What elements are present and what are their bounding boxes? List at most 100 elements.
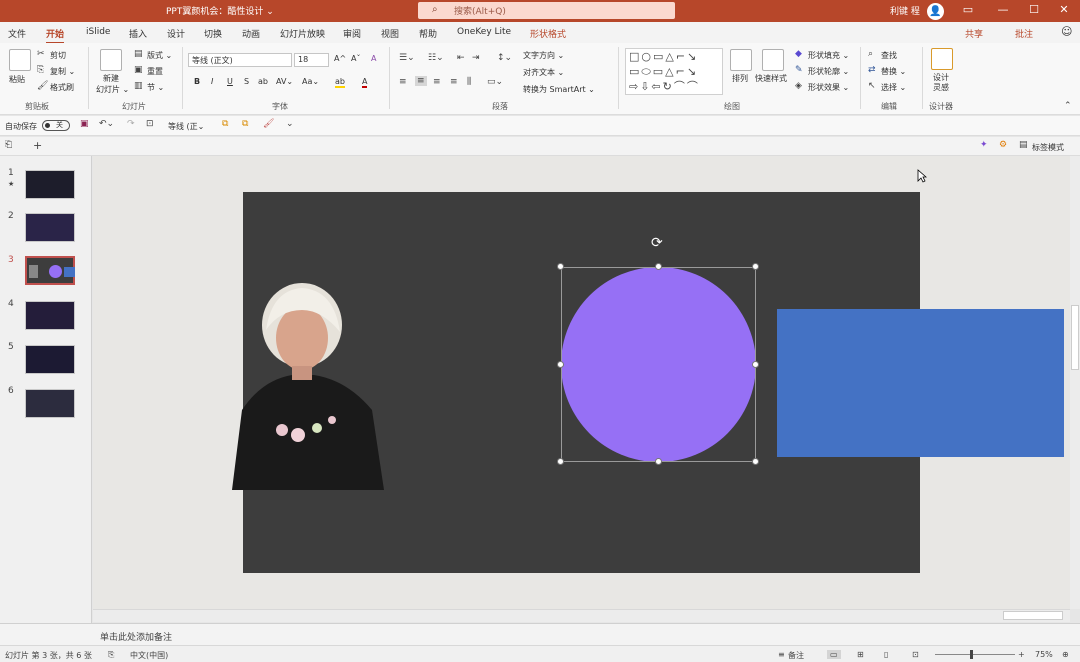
present-icon[interactable]: ⊡ xyxy=(146,119,154,129)
underline-button[interactable]: U xyxy=(227,77,233,86)
resize-handle[interactable] xyxy=(655,458,662,465)
maximize-button[interactable]: ☐ xyxy=(1024,3,1044,16)
autosave-toggle[interactable]: 关 xyxy=(42,120,70,131)
slide-thumbnail-3[interactable] xyxy=(25,256,75,285)
replace-button[interactable]: 替换 ⌄ xyxy=(881,66,906,77)
grow-font-button[interactable]: A^ xyxy=(334,54,346,63)
collapse-ribbon-icon[interactable]: ⌃ xyxy=(1064,101,1072,111)
design-ideas-button-line2[interactable]: 灵感 xyxy=(933,82,949,93)
align-left-icon[interactable]: ≡ xyxy=(399,77,407,87)
accessibility-icon[interactable]: ⎘ xyxy=(108,650,114,660)
brush-icon[interactable]: 🖌 xyxy=(263,119,274,129)
tab-file[interactable]: 文件 xyxy=(8,27,26,40)
horizontal-scroll-thumb[interactable] xyxy=(1003,611,1063,620)
outline-view-icon[interactable]: ⎗ xyxy=(5,140,12,150)
group-icon[interactable]: ⧉ xyxy=(242,119,248,129)
shape-fill-button[interactable]: 形状填充 ⌄ xyxy=(808,50,849,61)
ribbon-display-icon[interactable]: ▭ xyxy=(958,3,978,16)
customize-qat-icon[interactable]: ⌄ xyxy=(286,119,294,129)
zoom-slider[interactable] xyxy=(935,654,1015,655)
align-center-icon[interactable]: ≡ xyxy=(415,76,427,86)
save-icon[interactable]: ▣ xyxy=(80,119,89,129)
bullets-icon[interactable]: ☰⌄ xyxy=(399,53,415,63)
select-icon[interactable]: ↖ xyxy=(868,81,876,91)
tab-help[interactable]: 帮助 xyxy=(419,27,437,40)
redo-icon[interactable]: ↷ xyxy=(127,119,135,129)
line-spacing-icon[interactable]: ↕⌄ xyxy=(497,53,512,63)
text-shadow-button[interactable]: ab xyxy=(258,77,268,86)
tab-review[interactable]: 审阅 xyxy=(343,27,361,40)
magic-icon[interactable]: ✦ xyxy=(980,140,988,150)
clear-format-button[interactable]: A xyxy=(371,54,376,63)
slideshow-icon[interactable]: ⊡ xyxy=(912,650,919,659)
justify-icon[interactable]: ≡ xyxy=(450,77,458,87)
blue-rectangle-shape[interactable] xyxy=(777,309,1064,457)
reading-view-icon[interactable]: ▯ xyxy=(884,650,888,659)
undo-icon[interactable]: ↶⌄ xyxy=(99,119,114,129)
tab-islide[interactable]: iSlide xyxy=(86,27,110,37)
font-name-select[interactable]: 等线 (正文) xyxy=(188,53,292,67)
new-slide-icon[interactable] xyxy=(100,49,122,71)
find-button[interactable]: 查找 xyxy=(881,50,897,61)
align-text-button[interactable]: 对齐文本 ⌄ xyxy=(523,67,564,78)
numbering-icon[interactable]: ☷⌄ xyxy=(428,53,444,63)
section-button[interactable]: 节 ⌄ xyxy=(147,82,164,93)
slide-sorter-icon[interactable]: ⊞ xyxy=(857,650,864,659)
tab-transitions[interactable]: 切换 xyxy=(204,27,222,40)
format-painter-icon[interactable]: 🖌 xyxy=(37,81,48,91)
tab-home[interactable]: 开始 xyxy=(46,27,65,44)
arrange-icon[interactable] xyxy=(730,49,752,71)
tab-insert[interactable]: 插入 xyxy=(129,27,147,40)
resize-handle[interactable] xyxy=(752,458,759,465)
arrange-button[interactable]: 排列 xyxy=(732,73,748,84)
change-case-button[interactable]: Aa⌄ xyxy=(302,77,319,86)
notes-button[interactable]: 备注 xyxy=(788,650,804,661)
zoom-slider-thumb[interactable] xyxy=(970,650,973,659)
section-icon[interactable]: ▥ xyxy=(134,81,143,91)
select-button[interactable]: 选择 ⌄ xyxy=(881,82,906,93)
tab-mode-label[interactable]: 标签模式 xyxy=(1032,142,1064,153)
italic-button[interactable]: I xyxy=(211,77,213,86)
minimize-button[interactable]: — xyxy=(993,3,1013,16)
shape-effects-button[interactable]: 形状效果 ⌄ xyxy=(808,82,849,93)
quick-styles-icon[interactable] xyxy=(762,49,784,71)
person-photo[interactable] xyxy=(222,280,384,490)
close-button[interactable]: ✕ xyxy=(1054,3,1074,16)
resize-handle[interactable] xyxy=(655,263,662,270)
tab-mode-icon[interactable]: ▤ xyxy=(1019,140,1028,150)
tab-slideshow[interactable]: 幻灯片放映 xyxy=(280,27,325,40)
reset-button[interactable]: 重置 xyxy=(147,66,163,77)
slide-thumbnail-1[interactable] xyxy=(25,170,75,199)
font-color-button[interactable]: A xyxy=(362,77,368,88)
fit-to-window-icon[interactable]: ⊕ xyxy=(1062,650,1069,659)
paste-icon[interactable] xyxy=(9,49,31,71)
text-box-icon[interactable]: ▭⌄ xyxy=(487,77,503,87)
font-size-select[interactable]: 18 xyxy=(294,53,329,67)
resize-handle[interactable] xyxy=(557,361,564,368)
slide-thumbnail-5[interactable] xyxy=(25,345,75,374)
resize-handle[interactable] xyxy=(557,263,564,270)
add-slide-icon[interactable]: + xyxy=(33,139,42,152)
indent-increase-icon[interactable]: ⇥ xyxy=(472,53,480,63)
tab-shape-format[interactable]: 形状格式 xyxy=(530,27,566,40)
reset-icon[interactable]: ▣ xyxy=(134,65,143,75)
resize-handle[interactable] xyxy=(557,458,564,465)
shape-outline-button[interactable]: 形状轮廓 ⌄ xyxy=(808,66,849,77)
quick-styles-button[interactable]: 快速样式 xyxy=(755,73,787,84)
designer-icon[interactable] xyxy=(931,48,953,70)
tab-onekey[interactable]: OneKey Lite xyxy=(457,27,511,37)
user-name[interactable]: 利键 程 xyxy=(890,4,920,17)
tab-view[interactable]: 视图 xyxy=(381,27,399,40)
zoom-in-button[interactable]: + xyxy=(1018,650,1025,659)
cut-button[interactable]: 剪切 xyxy=(50,50,66,61)
zoom-level[interactable]: 75% xyxy=(1035,650,1053,659)
avatar[interactable]: 👤 xyxy=(927,3,944,20)
settings-icon[interactable]: ⚙ xyxy=(999,140,1007,150)
feedback-icon[interactable]: ☺ xyxy=(1061,25,1072,38)
slide-thumbnail-4[interactable] xyxy=(25,301,75,330)
highlight-color-button[interactable]: ab xyxy=(335,77,345,88)
share-button[interactable]: 共享 xyxy=(965,27,983,40)
paste-button[interactable]: 粘贴 xyxy=(9,74,25,85)
strikethrough-button[interactable]: S xyxy=(244,77,249,86)
qat-font-select[interactable]: 等线 (正⌄ xyxy=(168,121,204,132)
